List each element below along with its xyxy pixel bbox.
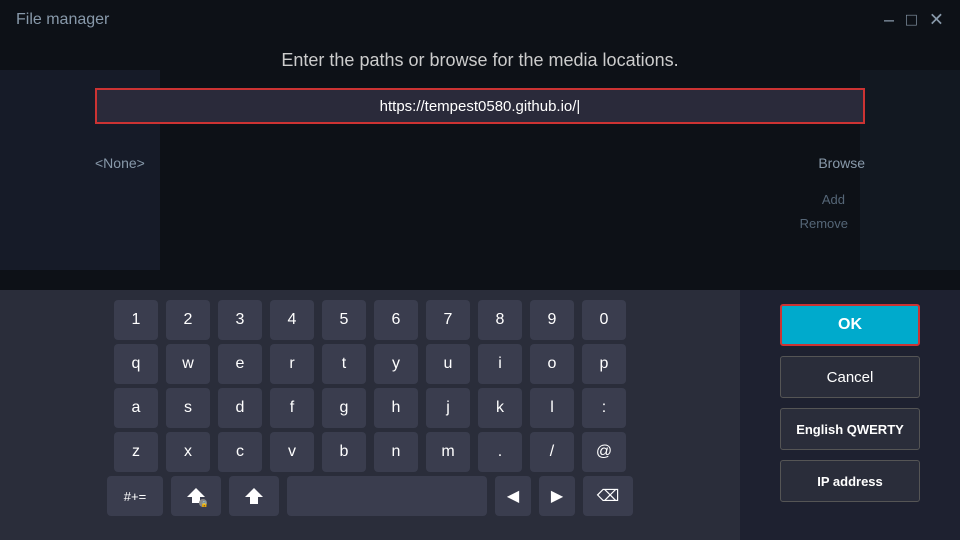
key-p[interactable]: p [582,344,626,384]
key-k[interactable]: k [478,388,522,428]
key-6[interactable]: 6 [374,300,418,340]
key-shift-lock[interactable]: 🔒 [171,476,221,516]
key-n[interactable]: n [374,432,418,472]
ok-button[interactable]: OK [780,304,920,346]
key-y[interactable]: y [374,344,418,384]
ip-address-button[interactable]: IP address [780,460,920,502]
language-button[interactable]: English QWERTY [780,408,920,450]
key-r[interactable]: r [270,344,314,384]
browse-button[interactable]: Browse [818,155,865,171]
window-title: File manager [16,11,109,29]
svg-text:🔒: 🔒 [201,500,208,507]
key-x[interactable]: x [166,432,210,472]
key-u[interactable]: u [426,344,470,384]
key-arrow-left[interactable]: ◀ [495,476,531,516]
key-a[interactable]: a [114,388,158,428]
keyboard: 1 2 3 4 5 6 7 8 9 0 q w e r t y u i o p … [0,290,740,540]
key-h[interactable]: h [374,388,418,428]
key-slash[interactable]: / [530,432,574,472]
key-l[interactable]: l [530,388,574,428]
key-w[interactable]: w [166,344,210,384]
none-browse-row: <None> Browse [95,155,865,171]
key-arrow-right[interactable]: ▶ [539,476,575,516]
cancel-button[interactable]: Cancel [780,356,920,398]
keyboard-row-al: a s d f g h j k l : [114,388,626,428]
key-colon[interactable]: : [582,388,626,428]
key-2[interactable]: 2 [166,300,210,340]
key-7[interactable]: 7 [426,300,470,340]
key-q[interactable]: q [114,344,158,384]
key-e[interactable]: e [218,344,262,384]
key-period[interactable]: . [478,432,522,472]
key-3[interactable]: 3 [218,300,262,340]
key-c[interactable]: c [218,432,262,472]
key-g[interactable]: g [322,388,366,428]
none-label: <None> [95,155,145,171]
key-5[interactable]: 5 [322,300,366,340]
bg-panel-right [860,70,960,270]
key-space[interactable] [287,476,487,516]
remove-label: Remove [800,216,848,231]
key-t[interactable]: t [322,344,366,384]
key-v[interactable]: v [270,432,314,472]
key-s[interactable]: s [166,388,210,428]
key-4[interactable]: 4 [270,300,314,340]
keyboard-row-qp: q w e r t y u i o p [114,344,626,384]
close-icon[interactable]: ✕ [929,10,944,31]
add-label: Add [822,192,845,207]
key-backspace[interactable]: ⌫ [583,476,633,516]
key-d[interactable]: d [218,388,262,428]
key-j[interactable]: j [426,388,470,428]
keyboard-row-zat: z x c v b n m . / @ [114,432,626,472]
subtitle-text: Enter the paths or browse for the media … [0,42,960,79]
key-at[interactable]: @ [582,432,626,472]
key-0[interactable]: 0 [582,300,626,340]
key-symbols[interactable]: #+= [107,476,163,516]
key-b[interactable]: b [322,432,366,472]
minimize-icon[interactable]: – [884,10,894,31]
title-bar: File manager – □ ✕ [0,0,960,40]
url-input[interactable] [95,88,865,124]
key-z[interactable]: z [114,432,158,472]
action-panel: OK Cancel English QWERTY IP address [740,290,960,540]
key-9[interactable]: 9 [530,300,574,340]
window-controls: – □ ✕ [884,10,944,31]
url-input-container [95,88,865,124]
keyboard-row-numbers: 1 2 3 4 5 6 7 8 9 0 [114,300,626,340]
key-o[interactable]: o [530,344,574,384]
key-i[interactable]: i [478,344,522,384]
key-8[interactable]: 8 [478,300,522,340]
keyboard-row-special: #+= 🔒 ◀ ▶ ⌫ [107,476,633,516]
key-shift[interactable] [229,476,279,516]
maximize-icon[interactable]: □ [906,10,917,31]
key-f[interactable]: f [270,388,314,428]
key-m[interactable]: m [426,432,470,472]
key-1[interactable]: 1 [114,300,158,340]
